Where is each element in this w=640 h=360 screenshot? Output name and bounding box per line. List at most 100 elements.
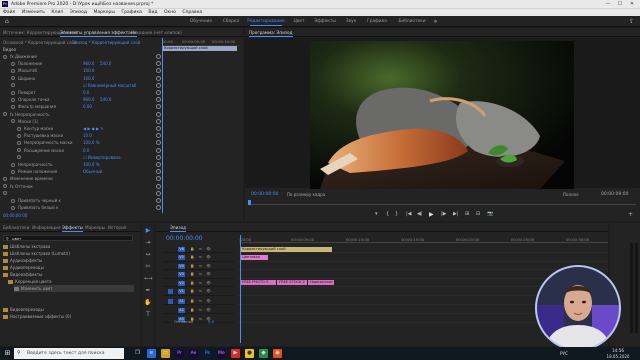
- track-header[interactable]: V6 🔒 ⇋ 👁: [164, 245, 234, 253]
- reset-icon[interactable]: [156, 205, 161, 211]
- list-item[interactable]: Настраиваемые эффекты (0): [3, 313, 71, 320]
- reset-icon[interactable]: [156, 147, 161, 153]
- reset-icon[interactable]: [156, 176, 161, 182]
- property-value[interactable]: 100.0: [83, 75, 94, 82]
- stopwatch-icon[interactable]: [17, 148, 21, 153]
- program-scrub-bar[interactable]: [249, 201, 636, 205]
- stopwatch-icon[interactable]: [17, 133, 21, 138]
- eye-icon[interactable]: 👁: [206, 299, 211, 304]
- sync-icon[interactable]: ⇋: [198, 247, 203, 252]
- stopwatch-icon[interactable]: [17, 155, 21, 160]
- track-name[interactable]: V5: [178, 255, 185, 260]
- timeline-ruler[interactable]: :00:00 00:00:05:00 00:00:10:00 00:00:15:…: [239, 235, 608, 243]
- lock-icon[interactable]: 🔒: [190, 281, 195, 286]
- effect-property-row[interactable]: Масштаб 100.0: [3, 67, 163, 74]
- menu-sequence[interactable]: Эпизод: [70, 10, 87, 15]
- stopwatch-icon[interactable]: [11, 119, 15, 124]
- ripple-edit-tool-icon[interactable]: ↔: [144, 251, 152, 259]
- track-name[interactable]: V3: [178, 272, 185, 277]
- stopwatch-icon[interactable]: [3, 54, 7, 59]
- stopwatch-icon[interactable]: [11, 61, 15, 66]
- stopwatch-icon[interactable]: [3, 176, 7, 181]
- track-header[interactable]: A1 🔒 ⇋ 👁: [164, 297, 234, 305]
- program-viewer[interactable]: [245, 38, 640, 189]
- taskbar-search-placeholder[interactable]: Введите здесь текст для поиска: [27, 348, 105, 359]
- track-target-toggle[interactable]: [168, 298, 173, 304]
- track-header[interactable]: V2 🔒 ⇋ 👁: [164, 279, 234, 287]
- reset-icon[interactable]: [156, 140, 161, 146]
- workspace-color[interactable]: Цвет: [290, 16, 308, 27]
- stopwatch-icon[interactable]: [11, 205, 15, 210]
- eye-icon[interactable]: 👁: [206, 264, 211, 269]
- export-frame-icon[interactable]: 📷: [487, 211, 493, 217]
- list-item[interactable]: Коррекция цвета: [8, 278, 52, 285]
- clock-time[interactable]: 14:56: [607, 348, 629, 353]
- program-playhead[interactable]: [248, 200, 251, 205]
- timeline-playhead[interactable]: [240, 235, 241, 343]
- lock-icon[interactable]: 🔒: [190, 308, 195, 313]
- fit-dropdown[interactable]: По размеру кадра: [287, 192, 325, 197]
- effect-property-row[interactable]: ☑ Равномерный масштаб: [3, 82, 163, 89]
- property-value[interactable]: ☑ Равномерный масштаб: [83, 82, 136, 89]
- track-name[interactable]: V6: [178, 246, 185, 252]
- effect-property-row[interactable]: fx Непрозрачность: [3, 111, 163, 118]
- lock-icon[interactable]: 🔒: [190, 272, 195, 277]
- go-to-in-icon[interactable]: |◀: [406, 211, 412, 217]
- property-value[interactable]: 0.0: [83, 89, 89, 96]
- list-item[interactable]: Аудиопереходы: [3, 264, 44, 271]
- stopwatch-icon[interactable]: [11, 97, 15, 102]
- media-encoder-icon[interactable]: Me: [217, 349, 226, 358]
- effect-property-row[interactable]: Привязать белый к: [3, 204, 163, 211]
- menu-help[interactable]: Справка: [182, 10, 202, 15]
- clock-date[interactable]: 18.05.2020: [603, 354, 633, 359]
- adjustment-layer-clip[interactable]: Корректирующий слой: [240, 247, 332, 252]
- effect-property-row[interactable]: Непрозрачность маски 100.0 %: [3, 139, 163, 146]
- slip-tool-icon[interactable]: ⟷: [144, 275, 153, 283]
- sync-icon[interactable]: ⇋: [198, 308, 203, 313]
- yellow-app-icon[interactable]: ●: [245, 349, 254, 358]
- property-value[interactable]: ☐ Инвертировано: [83, 154, 121, 161]
- list-item-selected[interactable]: Изменить цвет: [14, 285, 134, 292]
- ec-clip-bar[interactable]: Корректирующий слой: [162, 46, 237, 51]
- track-target-toggle[interactable]: [168, 317, 173, 322]
- track-name[interactable]: A1: [178, 298, 185, 304]
- track-header[interactable]: V4 🔒 ⇋ 👁: [164, 262, 234, 270]
- reset-icon[interactable]: [156, 133, 161, 139]
- workspace-graphics[interactable]: Графика: [364, 16, 390, 27]
- effect-property-row[interactable]: Привязать черный к: [3, 197, 163, 204]
- ec-footer-time[interactable]: 00:00:00:00: [3, 213, 27, 218]
- eye-icon[interactable]: 👁: [206, 281, 211, 286]
- track-target-toggle[interactable]: [168, 308, 173, 313]
- effect-property-row[interactable]: Ширина 100.0: [3, 75, 163, 82]
- property-value[interactable]: 100.0 %: [83, 161, 100, 168]
- reset-icon[interactable]: [156, 97, 161, 103]
- more-workspaces-icon[interactable]: »: [432, 18, 439, 25]
- search-input[interactable]: цвет: [12, 236, 21, 241]
- hand-tool-icon[interactable]: ✋: [144, 299, 152, 307]
- stopwatch-icon[interactable]: [11, 169, 15, 174]
- razor-tool-icon[interactable]: ✂: [144, 263, 152, 271]
- property-value[interactable]: 960.0: [83, 96, 94, 103]
- task-view-icon[interactable]: ❐: [133, 349, 142, 358]
- menu-clip[interactable]: Клип: [51, 10, 63, 15]
- keyboard-language[interactable]: РУС: [560, 351, 568, 356]
- property-value[interactable]: 100.0 %: [83, 139, 100, 146]
- track-header[interactable]: V3 🔒 ⇋ 👁: [164, 271, 234, 279]
- add-marker-icon[interactable]: ▾: [375, 211, 378, 217]
- tab-info[interactable]: Информация: [32, 223, 61, 232]
- video-clip-1[interactable]: FREE PHOTO 9: [240, 280, 276, 285]
- track-header[interactable]: V1 🔒 ⇋ 👁: [164, 288, 234, 296]
- property-value[interactable]: 100.0: [83, 67, 94, 74]
- lock-icon[interactable]: 🔒: [190, 255, 195, 260]
- windows-start-icon[interactable]: ⊞: [3, 349, 12, 358]
- mark-in-icon[interactable]: {: [386, 211, 389, 217]
- quality-dropdown[interactable]: Полное: [563, 192, 579, 197]
- menu-view[interactable]: Вид: [148, 10, 157, 15]
- stopwatch-icon[interactable]: [17, 126, 21, 131]
- track-header[interactable]: V5 🔒 ⇋ 👁: [164, 254, 234, 262]
- selection-tool-icon[interactable]: ▶: [144, 227, 152, 235]
- reset-icon[interactable]: [156, 198, 161, 203]
- effect-property-row[interactable]: Положение 960.0 540.0: [3, 60, 163, 67]
- effect-property-row[interactable]: Режим наложения Обычный: [3, 168, 163, 175]
- minimize-button[interactable]: —: [602, 0, 614, 8]
